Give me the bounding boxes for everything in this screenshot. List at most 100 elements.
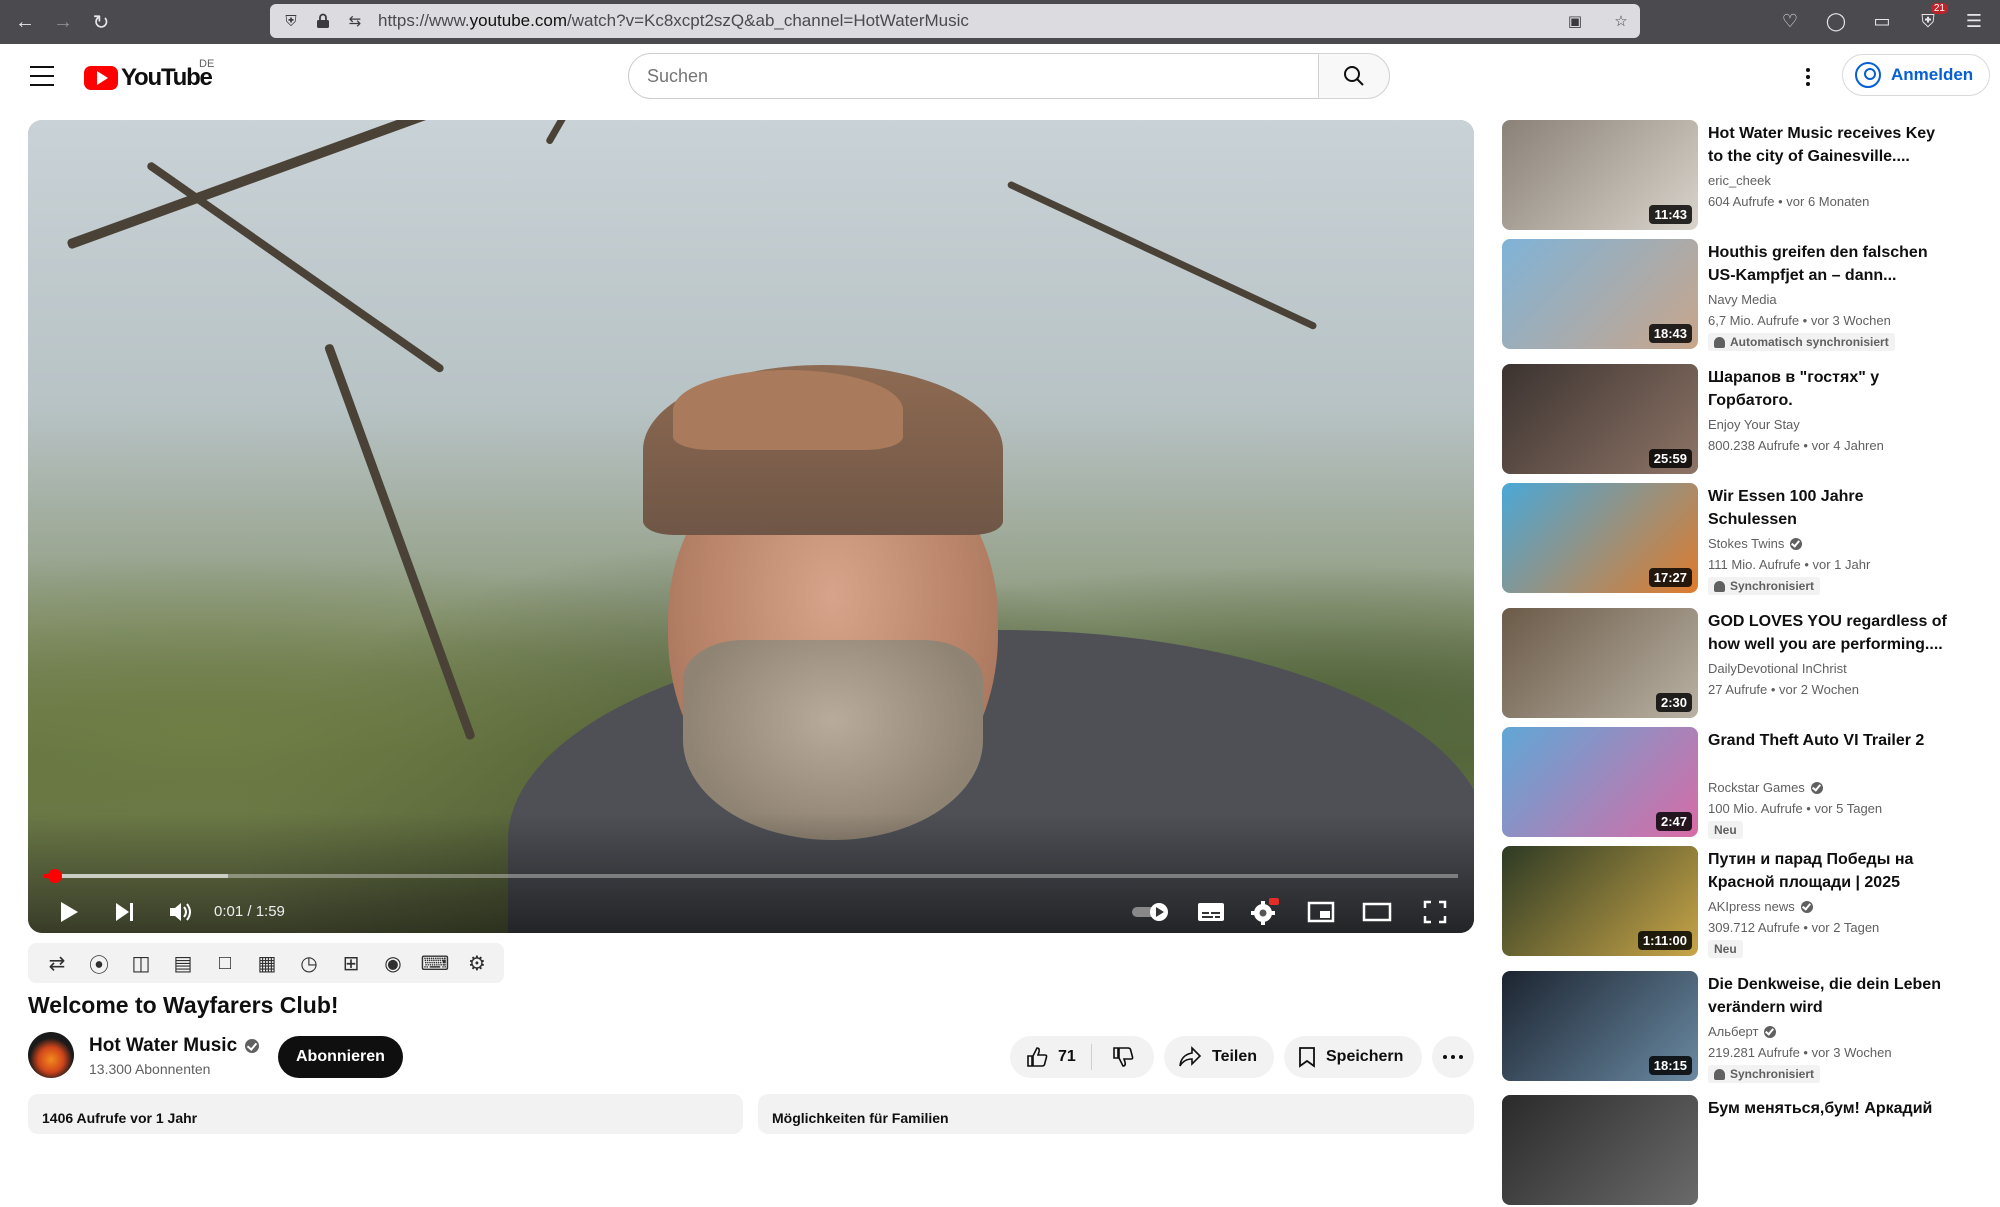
recommendation-channel[interactable]: Альберт [1708,1024,1758,1039]
recommendation-channel-row[interactable]: AKIpress news [1708,899,1813,914]
recommendation-item[interactable]: 17:27 Wir Essen 100 Jahre Schulessen Stoke… [1502,483,1962,595]
guide-menu-icon[interactable] [30,66,54,86]
video-thumbnail[interactable]: 11:43 [1502,120,1698,230]
theater-mode-button[interactable] [1354,892,1400,932]
recommendation-channel[interactable]: Enjoy Your Stay [1708,417,1800,432]
speed-icon[interactable]: ◷ [294,950,324,976]
dislike-button[interactable] [1092,1046,1154,1068]
recommendation-item[interactable]: Бум меняться,бум! Аркадий [1502,1095,1962,1207]
fullscreen-button[interactable] [1412,892,1458,932]
play-button[interactable] [46,892,92,932]
channel-name[interactable]: Hot Water Music [89,1035,237,1057]
channel-avatar[interactable] [28,1032,74,1078]
recommendation-channel-row[interactable]: Enjoy Your Stay [1708,417,1800,432]
duration-badge: 18:15 [1648,1056,1692,1075]
keyboard-icon[interactable]: ⌨ [420,950,450,976]
recommendation-channel-row[interactable]: Navy Media [1708,292,1777,307]
video-thumbnail[interactable]: 18:43 [1502,239,1698,349]
screenshot-camera-icon[interactable]: ◉ [378,950,408,976]
like-button[interactable]: 71 [1010,1044,1092,1070]
recommendation-channel-row[interactable]: DailyDevotional InChrist [1708,661,1847,676]
recommendation-item[interactable]: 25:59 Шарапов в "гостях" у Горбатого. Enjo… [1502,364,1962,476]
miniplayer-button[interactable] [1298,892,1344,932]
recommendation-channel[interactable]: AKIpress news [1708,899,1795,914]
signin-button[interactable]: Anmelden [1842,54,1991,96]
video-player[interactable]: 0:01 / 1:59 [28,120,1474,933]
recommendation-item[interactable]: 11:43 Hot Water Music receives Key to the… [1502,120,1962,232]
recommendation-channel[interactable]: Stokes Twins [1708,536,1784,551]
recommendation-item[interactable]: 2:47 Grand Theft Auto VI Trailer 2 Rocksta… [1502,727,1962,839]
url-text[interactable]: https://www.youtube.com/watch?v=Kc8xcpt2… [378,11,969,31]
video-thumbnail[interactable]: 25:59 [1502,364,1698,474]
clapper-icon[interactable]: ▤ [168,950,198,976]
bookmark-star-icon[interactable]: ☆ [1610,10,1632,32]
address-bar[interactable]: ⛨ ⇆ https://www.youtube.com/watch?v=Kc8x… [270,4,1640,38]
loop-icon[interactable]: ⇄ [42,950,72,976]
recommendation-title[interactable]: Шарапов в "гостях" у Горбатого. [1708,366,1948,412]
recommendation-title[interactable]: Бум меняться,бум! Аркадий [1708,1097,1948,1120]
broadcast-icon[interactable]: ⦿ [84,950,114,977]
recommendation-title[interactable]: Путин и парад Победы на Красной площади … [1708,848,1948,894]
reload-icon[interactable]: ↻ [88,9,114,35]
ublock-icon[interactable]: ⛨ 21 [1916,3,1948,33]
video-thumbnail[interactable]: 2:47 [1502,727,1698,837]
search-button[interactable] [1318,53,1390,99]
watch-later-icon[interactable]: ◫ [126,950,156,976]
recommendation-channel[interactable]: DailyDevotional InChrist [1708,661,1847,676]
video-thumbnail[interactable]: 17:27 [1502,483,1698,593]
recommendation-channel[interactable]: eric_cheek [1708,173,1771,188]
lock-icon[interactable] [312,10,334,32]
youtube-logo[interactable]: YouTube [84,64,213,92]
recommendation-item[interactable]: 1:11:00 Путин и парад Победы на Красной п… [1502,846,1962,958]
video-thumbnail[interactable] [1502,1095,1698,1205]
permissions-icon[interactable]: ⇆ [344,10,366,32]
picture-in-picture-icon[interactable]: ▣ [1564,10,1586,32]
recommendation-title[interactable]: Houthis greifen den falschen US-Kampfjet… [1708,241,1948,287]
video-title: Welcome to Wayfarers Club! [28,992,339,1018]
video-thumbnail[interactable]: 1:11:00 [1502,846,1698,956]
description-box[interactable]: 1406 Aufrufe vor 1 Jahr [28,1094,743,1134]
subtitles-button[interactable] [1188,892,1234,932]
back-icon[interactable]: ← [12,9,38,35]
shield-icon[interactable]: ⛨ [280,10,302,32]
more-actions-button[interactable] [1432,1036,1474,1078]
share-button[interactable]: Teilen [1164,1036,1274,1078]
settings-button[interactable] [1242,892,1288,932]
subscribe-button[interactable]: Abonnieren [278,1036,403,1078]
pocket-icon[interactable]: ♡ [1778,9,1802,33]
recommendation-item[interactable]: 18:15 Die Denkweise, die dein Leben verän… [1502,971,1962,1083]
menu-icon[interactable]: ☰ [1962,9,1986,33]
recommendation-channel-row[interactable]: Stokes Twins [1708,536,1803,551]
recommendation-channel[interactable]: Rockstar Games [1708,780,1805,795]
settings-menu-icon[interactable] [1802,64,1814,90]
progress-bar[interactable] [44,869,1458,883]
family-info-box[interactable]: Möglichkeiten für Familien [758,1094,1474,1134]
save-button[interactable]: Speichern [1284,1036,1422,1078]
video-thumbnail[interactable]: 2:30 [1502,608,1698,718]
recommendation-title[interactable]: Grand Theft Auto VI Trailer 2 [1708,729,1948,752]
video-thumbnail[interactable]: 18:15 [1502,971,1698,1081]
add-box-icon[interactable]: ⊞ [336,950,366,976]
resize-icon[interactable]: □ [210,950,240,976]
volume-button[interactable] [158,892,204,932]
channel-name-row[interactable]: Hot Water Music [89,1035,260,1057]
autoplay-toggle[interactable] [1126,892,1176,932]
recommendation-channel-row[interactable]: Rockstar Games [1708,780,1823,795]
extensions-icon[interactable]: ▭ [1870,9,1894,33]
recommendation-title[interactable]: Hot Water Music receives Key to the city… [1708,122,1948,168]
recommendation-channel-row[interactable]: Альберт [1708,1024,1777,1039]
forward-icon[interactable]: → [50,9,76,35]
recommendation-item[interactable]: 18:43 Houthis greifen den falschen US-Kam… [1502,239,1962,351]
recommendation-channel[interactable]: Navy Media [1708,292,1777,307]
account-icon[interactable]: ◯ [1824,9,1848,33]
next-button[interactable] [102,892,148,932]
recommendation-title[interactable]: GOD LOVES YOU regardless of how well you… [1708,610,1948,656]
enhancer-settings-icon[interactable]: ⚙ [462,950,492,976]
cinema-icon[interactable]: ▦ [252,950,282,976]
recommendation-title[interactable]: Die Denkweise, die dein Leben verändern … [1708,973,1948,1019]
recommendation-title[interactable]: Wir Essen 100 Jahre Schulessen [1708,485,1948,531]
recommendation-channel-row[interactable]: eric_cheek [1708,173,1771,188]
search-input[interactable] [628,53,1318,99]
recommendation-item[interactable]: 2:30 GOD LOVES YOU regardless of how well… [1502,608,1962,720]
duration-badge: 11:43 [1649,205,1692,224]
